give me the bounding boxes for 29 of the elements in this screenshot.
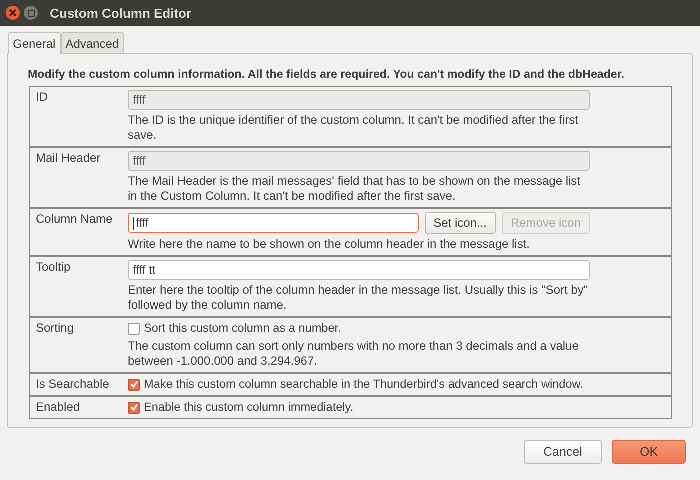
tab[interactable]: Advanced	[60, 32, 124, 54]
help-text: Enter here the tooltip of the column header in the message list. Usually this is "Sort by" followed by the column name.	[128, 283, 590, 313]
checkbox-label[interactable]: Enable this custom column immediately.	[144, 400, 354, 415]
instructions-text: Modify the custom column information. All the fields are required. You can't modify the ID and the dbHeader.	[28, 68, 626, 81]
cancel-button[interactable]: Cancel	[524, 440, 602, 464]
checkbox[interactable]	[128, 322, 140, 334]
checkbox[interactable]	[128, 378, 140, 390]
checkbox-label[interactable]: Sort this custom column as a number.	[144, 321, 342, 336]
ok-button[interactable]: OK	[612, 440, 686, 464]
tab[interactable]: General	[8, 32, 61, 54]
checkbox[interactable]	[128, 402, 140, 414]
field-label: Enabled	[35, 400, 82, 415]
field-label: Mail Header	[35, 151, 102, 167]
help-text: The Mail Header is the mail messages' field that has to be shown on the message list in the Custom Column. It can't be modified after the first save.	[128, 174, 582, 204]
text-field[interactable]: ffff tt	[128, 260, 590, 280]
field-label: Sorting	[35, 321, 76, 337]
field-label: Tooltip	[35, 260, 72, 276]
text-field[interactable]: ffff	[128, 213, 419, 233]
icon-button[interactable]: Set icon...	[424, 212, 496, 234]
close-icon[interactable]	[6, 6, 20, 20]
field-label: ID	[35, 90, 49, 106]
field-label: Is Searchable	[35, 377, 110, 392]
field-label: Column Name	[35, 212, 114, 228]
help-text: The custom column can sort only numbers with no more than 3 decimals and a value between -1.000.000 and 3.294.967.	[128, 339, 580, 369]
help-text: The ID is the unique identifier of the custom column. It can't be modified after the first save.	[128, 113, 580, 143]
help-text: Write here the name to be shown on the column header in the message list.	[128, 237, 532, 252]
window-title: Custom Column Editor	[50, 6, 192, 20]
minimize-icon[interactable]	[24, 6, 38, 20]
checkbox-label[interactable]: Make this custom column searchable in the Thunderbird's advanced search window.	[144, 377, 584, 392]
